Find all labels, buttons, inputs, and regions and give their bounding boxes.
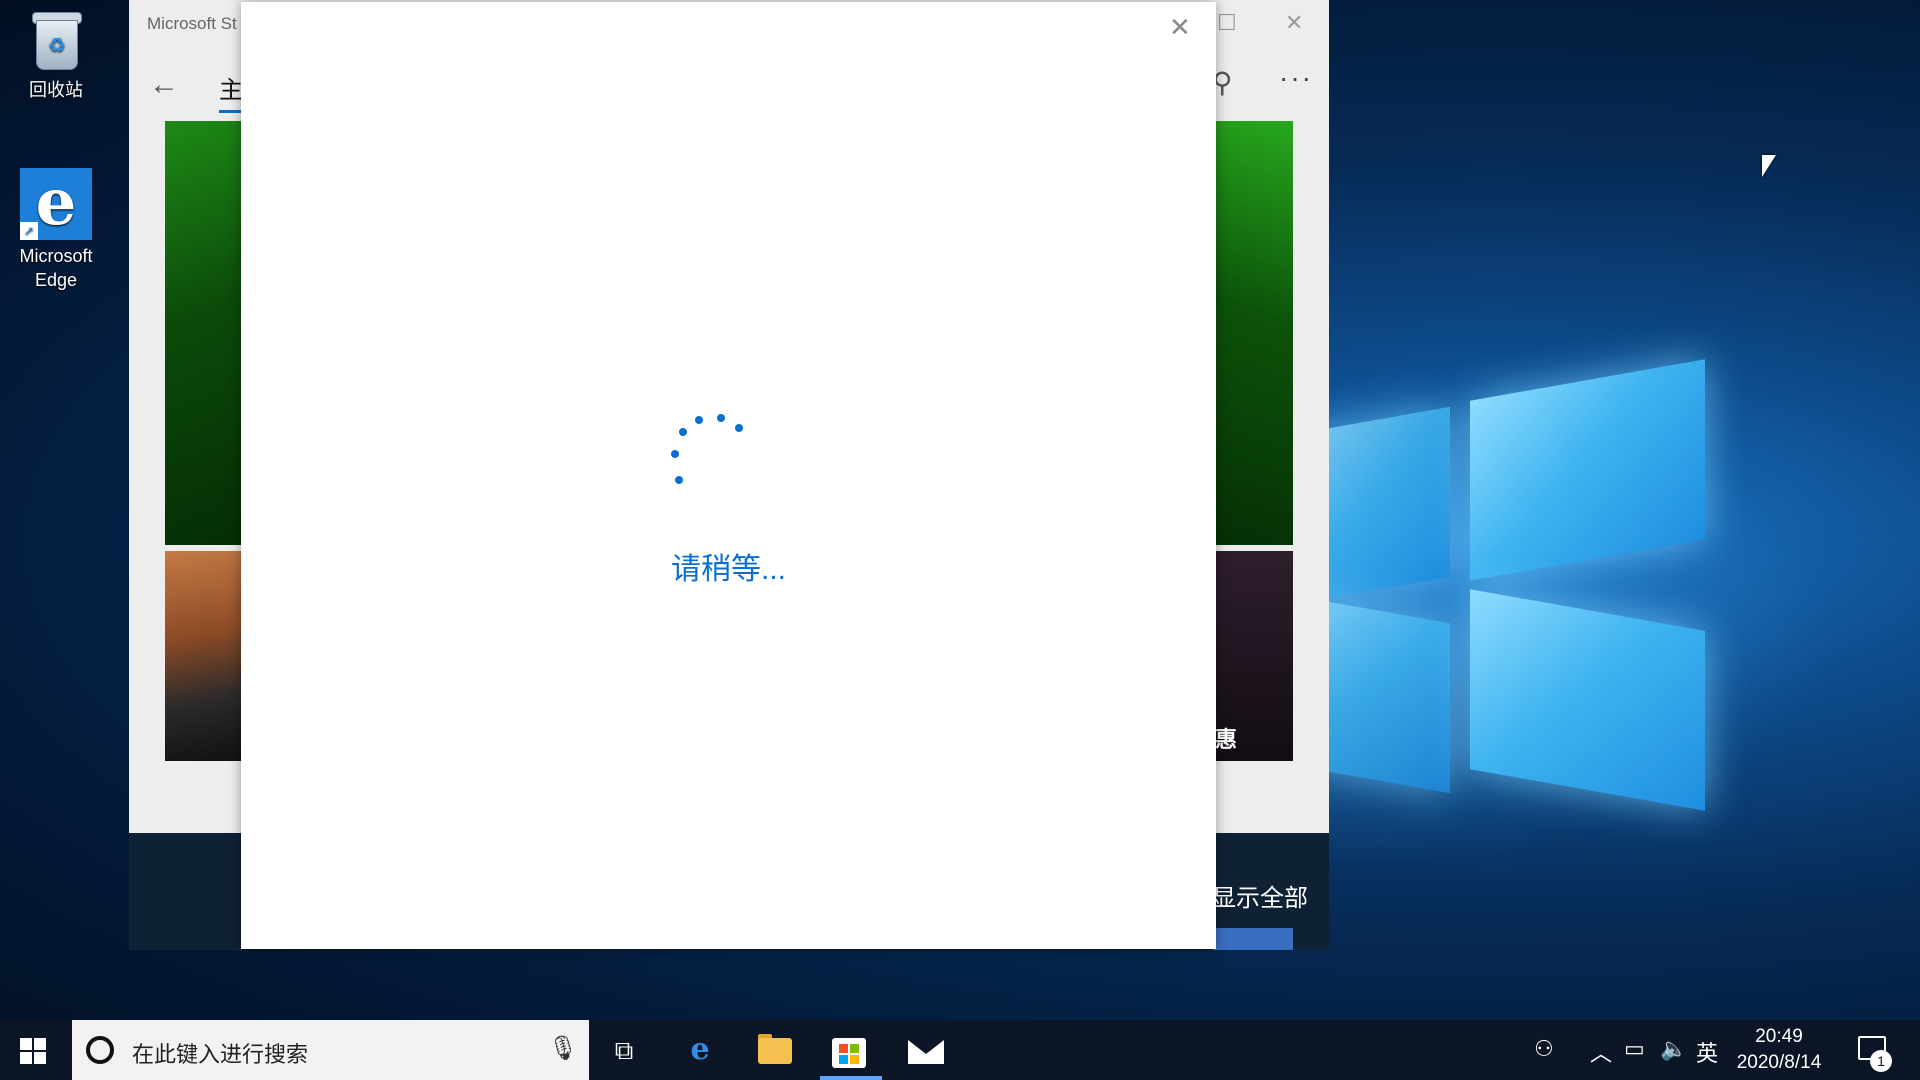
start-button[interactable]: [20, 1038, 46, 1064]
store-close-icon[interactable]: ✕: [1285, 10, 1303, 36]
maximize-icon[interactable]: ☐: [1217, 10, 1237, 36]
hero-banner-left[interactable]: [165, 121, 245, 545]
loading-spinner-icon: [671, 412, 761, 492]
desktop-icon-edge[interactable]: e ↗ Microsoft Edge: [6, 168, 106, 292]
network-icon[interactable]: ▭: [1624, 1036, 1645, 1062]
search-input[interactable]: 在此键入进行搜索: [132, 1037, 308, 1069]
search-box[interactable]: 在此键入进行搜索 🎙: [72, 1020, 589, 1080]
show-all-tile[interactable]: [1213, 928, 1293, 950]
loading-status-text: 请稍等...: [670, 553, 786, 586]
people-icon[interactable]: ⚇: [1534, 1036, 1554, 1062]
store-window-title: Microsoft St: [147, 14, 237, 33]
desktop-icon-recycle-bin[interactable]: ♻ 回收站: [6, 8, 106, 102]
hero-banner-right[interactable]: [1213, 121, 1293, 545]
clock-time: 20:49: [1755, 1026, 1803, 1047]
active-app-indicator: [820, 1076, 882, 1080]
windows-logo-wallpaper: [1300, 359, 1720, 830]
recycle-bin-icon: ♻: [28, 8, 84, 72]
loading-dialog: ✕ 请稍等...: [241, 2, 1216, 949]
desktop-icon-label: Microsoft Edge: [19, 246, 93, 290]
more-options-button[interactable]: ···: [1279, 62, 1313, 94]
cortana-icon[interactable]: [86, 1036, 114, 1064]
tab-underline: [219, 110, 243, 113]
tab-home[interactable]: 主: [219, 70, 243, 105]
microphone-icon[interactable]: 🎙: [548, 1034, 578, 1063]
file-explorer-icon[interactable]: [758, 1030, 802, 1070]
product-tile-text: 惠: [1215, 727, 1238, 752]
mouse-cursor-icon: [1762, 155, 1776, 177]
volume-icon[interactable]: 🔈: [1660, 1036, 1687, 1062]
store-icon[interactable]: [828, 1030, 872, 1070]
clock[interactable]: 20:49 2020/8/14: [1714, 1024, 1844, 1076]
edge-icon[interactable]: e: [678, 1030, 722, 1070]
task-view-icon[interactable]: ⧉: [602, 1030, 646, 1070]
mail-icon[interactable]: [904, 1030, 948, 1070]
notification-badge: 1: [1870, 1050, 1892, 1072]
clock-date: 2020/8/14: [1736, 1052, 1822, 1073]
show-all-link[interactable]: 显示全部: [1212, 878, 1308, 913]
back-arrow-icon[interactable]: ←: [149, 68, 179, 102]
shortcut-arrow-icon: ↗: [20, 222, 38, 240]
chevron-up-icon[interactable]: ︿: [1590, 1036, 1612, 1068]
close-icon[interactable]: ✕: [1169, 12, 1191, 43]
desktop-icon-label: 回收站: [29, 80, 83, 100]
product-tile-left[interactable]: [165, 551, 245, 761]
edge-icon: e ↗: [20, 168, 92, 240]
taskbar: 在此键入进行搜索 🎙 ⧉ e ⚇ ︿ ▭ 🔈 英 20:49 2020/8/14…: [0, 1020, 1920, 1080]
